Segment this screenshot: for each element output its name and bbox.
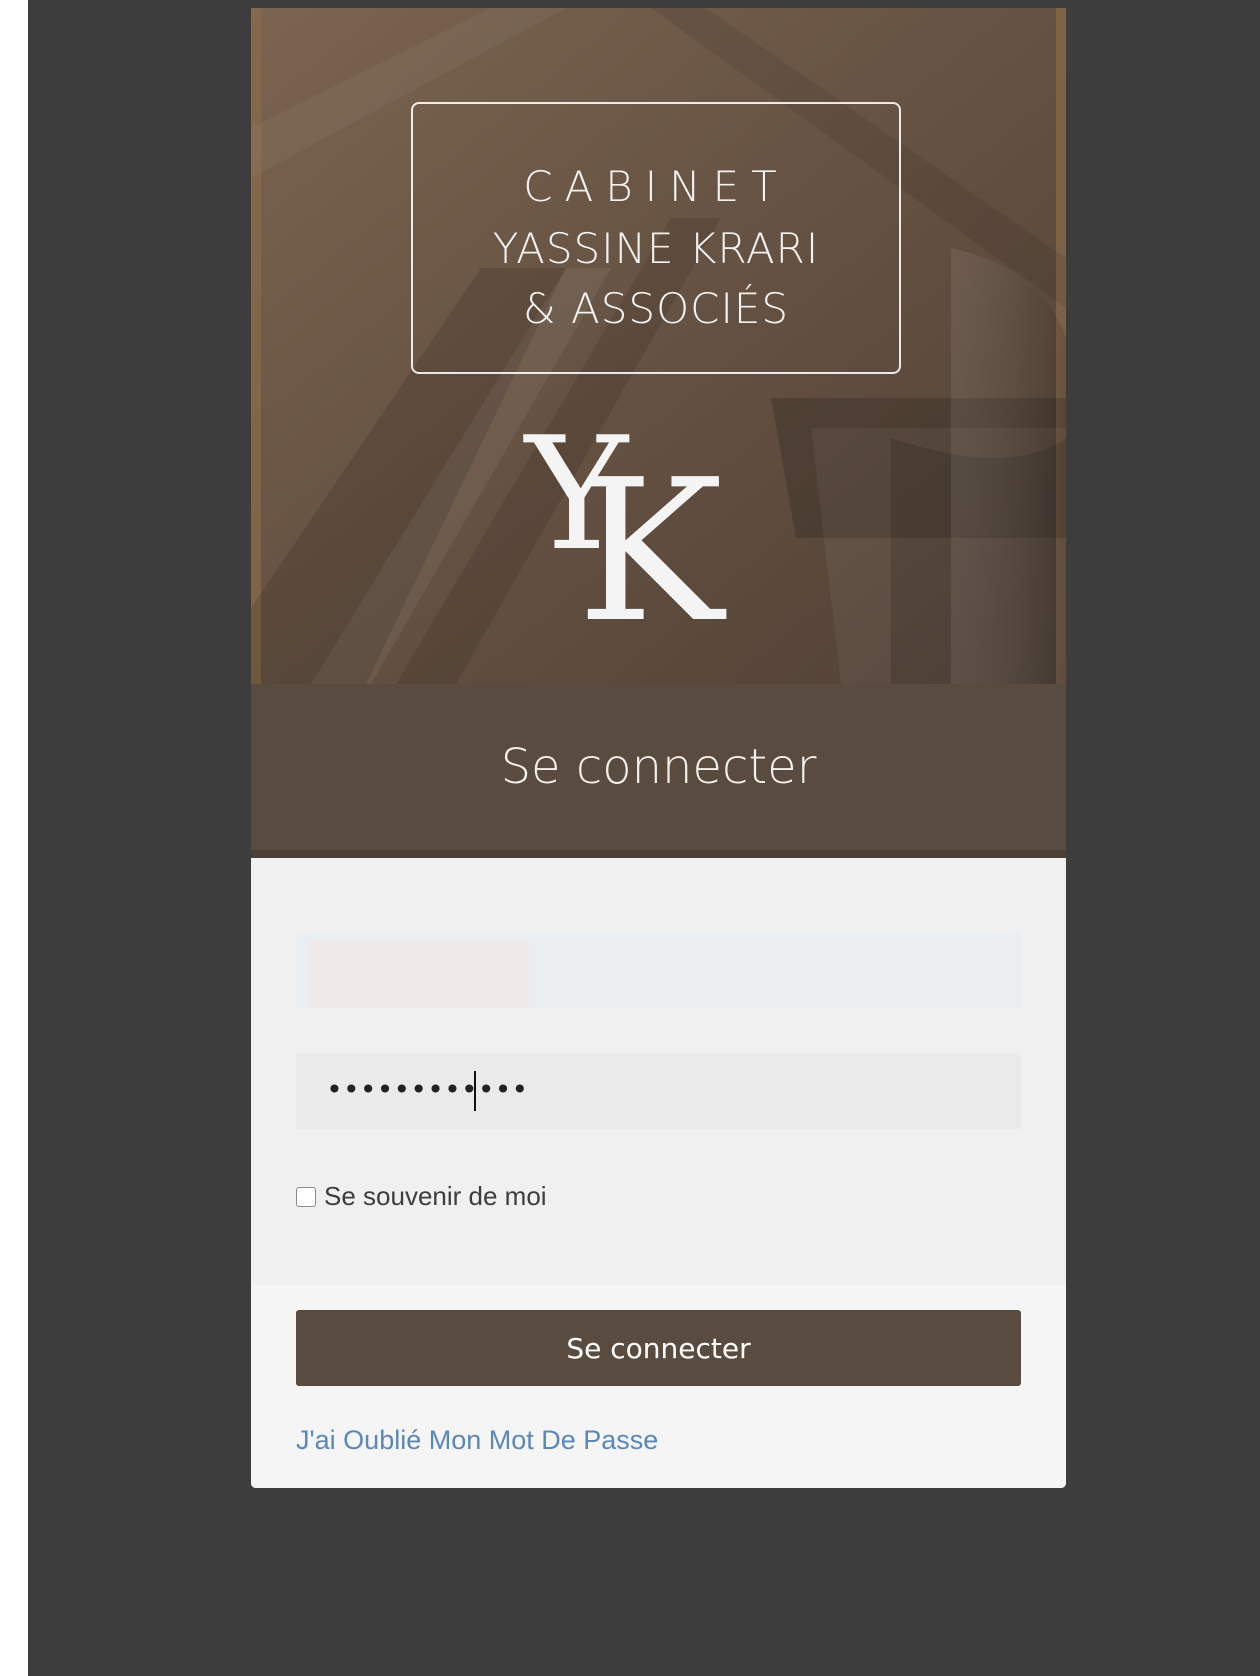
text-cursor bbox=[474, 1071, 476, 1111]
remember-me-checkbox[interactable] bbox=[296, 1186, 316, 1207]
brand-line-associes: & ASSOCIÉS bbox=[522, 284, 790, 333]
login-button[interactable]: Se connecter bbox=[296, 1310, 1021, 1386]
login-form: •••••••••••• Se souvenir de moi Se conne… bbox=[251, 858, 1066, 1488]
password-field[interactable]: •••••••••••• bbox=[296, 1053, 1021, 1129]
brand-line-cabinet: CABINET bbox=[523, 162, 789, 211]
username-field[interactable] bbox=[296, 932, 1021, 1008]
yk-monogram-logo: Y K bbox=[491, 416, 811, 656]
remember-me-row[interactable]: Se souvenir de moi bbox=[296, 1181, 547, 1212]
remember-me-label: Se souvenir de moi bbox=[324, 1181, 547, 1211]
monogram-k: K bbox=[577, 438, 724, 666]
forgot-password-link[interactable]: J'ai Oublié Mon Mot De Passe bbox=[296, 1425, 658, 1456]
app-screen: CABINET YASSINE KRARI & ASSOCIÉS Y K Se … bbox=[28, 0, 1260, 1676]
page-title: Se connecter bbox=[500, 739, 817, 795]
login-card: CABINET YASSINE KRARI & ASSOCIÉS Y K Se … bbox=[251, 8, 1066, 1488]
brand-frame: CABINET YASSINE KRARI & ASSOCIÉS bbox=[411, 102, 901, 374]
login-header: Se connecter bbox=[251, 684, 1066, 858]
brand-line-name: YASSINE KRARI bbox=[492, 224, 820, 273]
password-value: •••••••••••• bbox=[326, 1073, 529, 1106]
username-autofill-highlight bbox=[309, 940, 529, 1008]
hero-banner: CABINET YASSINE KRARI & ASSOCIÉS Y K bbox=[251, 8, 1066, 684]
